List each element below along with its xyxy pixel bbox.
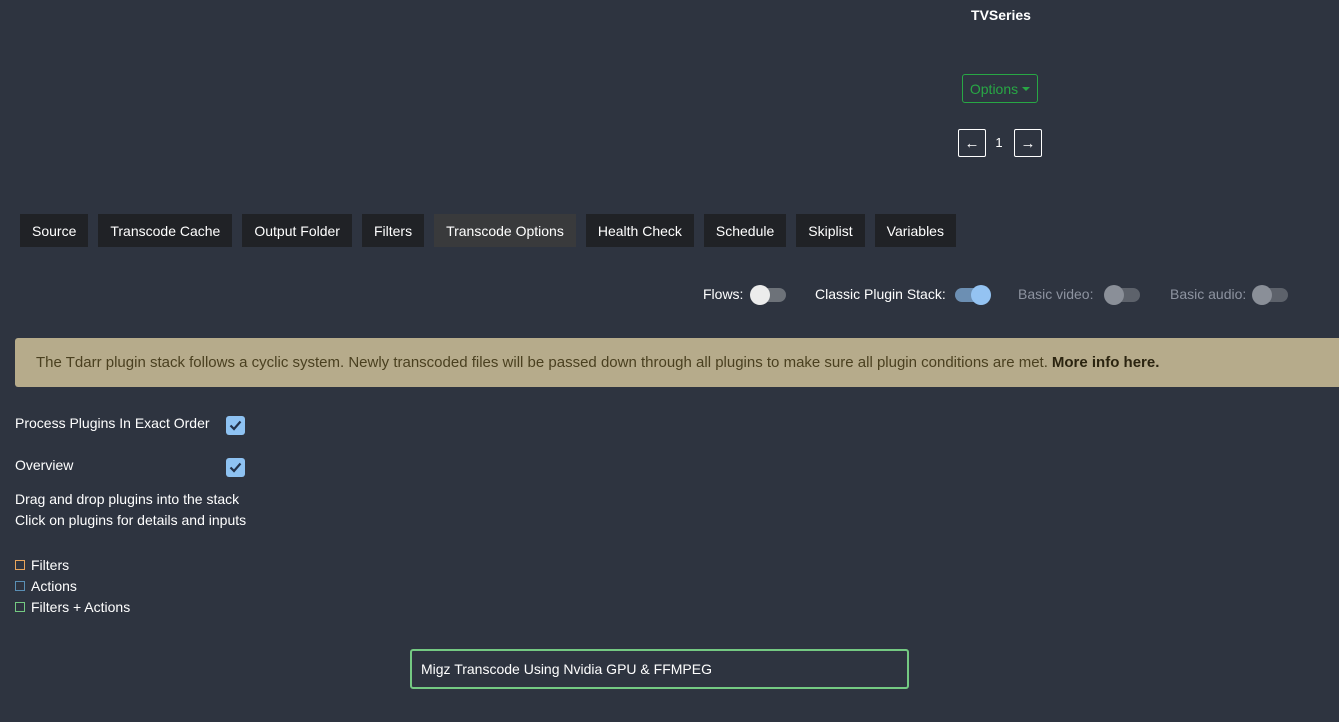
legend-swatch-filters bbox=[15, 560, 25, 570]
check-icon bbox=[229, 420, 242, 431]
tab-schedule[interactable]: Schedule bbox=[703, 214, 787, 247]
overview-label: Overview bbox=[15, 457, 74, 473]
tab-health-check[interactable]: Health Check bbox=[585, 214, 694, 247]
plugin-name: Migz Transcode Using Nvidia GPU & FFMPEG bbox=[421, 661, 712, 677]
tab-transcode-options[interactable]: Transcode Options bbox=[434, 214, 576, 247]
basic-video-toggle[interactable] bbox=[1104, 285, 1140, 305]
library-name: TVSeries bbox=[971, 7, 1031, 23]
toggle-knob bbox=[1104, 285, 1124, 305]
legend-swatch-actions bbox=[15, 581, 25, 591]
tab-skiplist[interactable]: Skiplist bbox=[796, 214, 865, 247]
basic-video-toggle-label: Basic video: bbox=[1018, 286, 1094, 302]
cyclic-info-banner: The Tdarr plugin stack follows a cyclic … bbox=[15, 338, 1339, 387]
plugin-card[interactable]: Migz Transcode Using Nvidia GPU & FFMPEG bbox=[410, 649, 909, 689]
toggle-knob bbox=[750, 285, 770, 305]
overview-checkbox[interactable] bbox=[226, 458, 245, 477]
caret-down-icon bbox=[1022, 86, 1031, 91]
instructions-drag: Drag and drop plugins into the stack bbox=[15, 491, 240, 507]
legend-actions-label: Actions bbox=[31, 578, 77, 594]
current-page-number: 1 bbox=[995, 135, 1003, 150]
legend-filters-actions-label: Filters + Actions bbox=[31, 599, 131, 615]
check-icon bbox=[229, 462, 242, 473]
legend-filters-label: Filters bbox=[31, 557, 70, 573]
toggle-knob bbox=[1252, 285, 1272, 305]
tab-transcode-cache[interactable]: Transcode Cache bbox=[98, 214, 233, 247]
instructions-click: Click on plugins for details and inputs bbox=[15, 512, 247, 528]
next-page-button[interactable]: → bbox=[1014, 129, 1042, 157]
tab-source[interactable]: Source bbox=[20, 214, 89, 247]
basic-audio-toggle-label: Basic audio: bbox=[1170, 286, 1247, 302]
classic-plugin-stack-toggle-label: Classic Plugin Stack: bbox=[815, 286, 946, 302]
legend-swatch-filters-actions bbox=[15, 602, 25, 612]
legend-filters-actions: Filters + Actions bbox=[15, 599, 130, 615]
options-label: Options bbox=[969, 80, 1019, 97]
flows-toggle[interactable] bbox=[750, 285, 786, 305]
legend-actions: Actions bbox=[15, 578, 77, 594]
exact-order-label: Process Plugins In Exact Order bbox=[15, 415, 210, 431]
banner-text: The Tdarr plugin stack follows a cyclic … bbox=[36, 354, 1048, 371]
options-dropdown-button[interactable]: Options bbox=[962, 74, 1038, 103]
tab-filters[interactable]: Filters bbox=[361, 214, 425, 247]
prev-page-button[interactable]: ← bbox=[958, 129, 986, 157]
settings-tabs: Source Transcode Cache Output Folder Fil… bbox=[20, 214, 956, 247]
classic-plugin-stack-toggle[interactable] bbox=[955, 285, 991, 305]
more-info-link[interactable]: More info here. bbox=[1052, 354, 1160, 371]
legend-filters: Filters bbox=[15, 557, 69, 573]
basic-audio-toggle[interactable] bbox=[1252, 285, 1288, 305]
toggle-knob bbox=[971, 285, 991, 305]
flows-toggle-label: Flows: bbox=[703, 286, 744, 302]
library-settings-page: TVSeries Options ← 1 → Source Transcode … bbox=[0, 0, 1339, 722]
exact-order-checkbox[interactable] bbox=[226, 416, 245, 435]
tab-output-folder[interactable]: Output Folder bbox=[242, 214, 352, 247]
tab-variables[interactable]: Variables bbox=[874, 214, 956, 247]
